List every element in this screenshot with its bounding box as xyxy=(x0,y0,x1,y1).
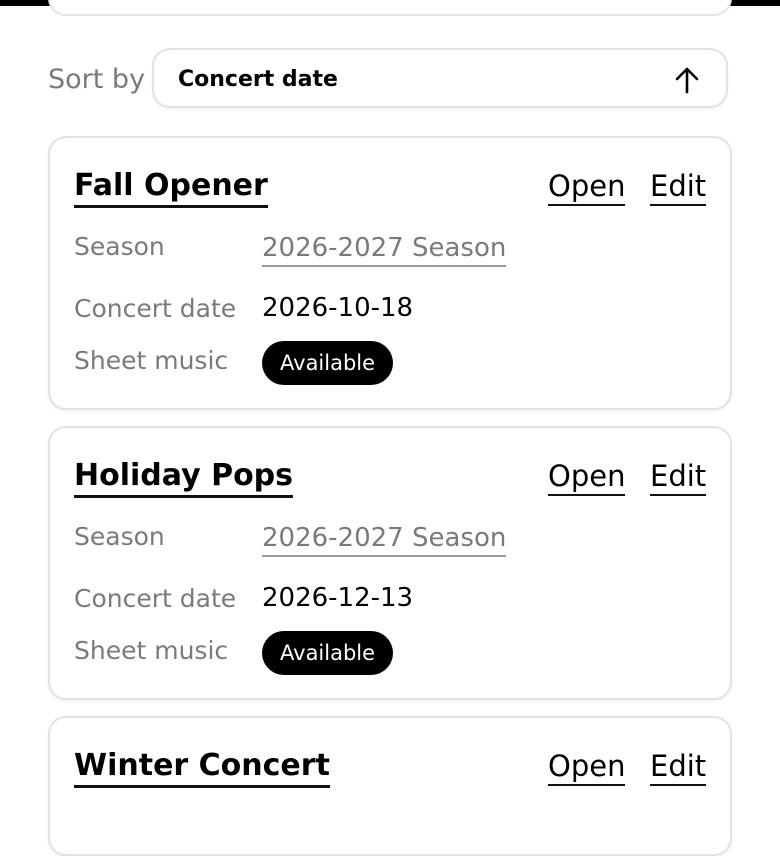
concert-card: Holiday Pops Open Edit Season 2026-2027 … xyxy=(48,426,732,700)
open-link[interactable]: Open xyxy=(548,748,626,786)
previous-card-edge xyxy=(48,0,732,16)
sheet-music-status-badge: Available xyxy=(262,341,394,385)
concert-title-link[interactable]: Fall Opener xyxy=(74,168,268,208)
sort-selected-value: Concert date xyxy=(178,67,338,92)
concert-title-link[interactable]: Winter Concert xyxy=(74,748,330,788)
season-label: Season xyxy=(74,522,165,551)
season-label: Season xyxy=(74,232,165,261)
concert-card: Winter Concert Open Edit xyxy=(48,716,732,856)
edit-link[interactable]: Edit xyxy=(650,458,707,496)
edit-link[interactable]: Edit xyxy=(650,748,707,786)
arrow-up-icon[interactable] xyxy=(674,65,700,95)
sheet-music-label: Sheet music xyxy=(74,346,229,375)
sheet-music-status-badge: Available xyxy=(262,631,394,675)
edit-link[interactable]: Edit xyxy=(650,168,707,206)
season-link[interactable]: 2026-2027 Season xyxy=(262,521,507,557)
concert-date-value: 2026-12-13 xyxy=(262,583,414,613)
open-link[interactable]: Open xyxy=(548,168,626,206)
season-link[interactable]: 2026-2027 Season xyxy=(262,231,507,267)
concert-card: Fall Opener Open Edit Season 2026-2027 S… xyxy=(48,136,732,410)
concert-date-value: 2026-10-18 xyxy=(262,293,414,323)
sort-select[interactable]: Concert date xyxy=(152,48,728,108)
concert-date-label: Concert date xyxy=(74,584,237,613)
sort-label: Sort by xyxy=(48,64,146,95)
concert-title-link[interactable]: Holiday Pops xyxy=(74,458,294,498)
sheet-music-label: Sheet music xyxy=(74,636,229,665)
concert-date-label: Concert date xyxy=(74,294,237,323)
open-link[interactable]: Open xyxy=(548,458,626,496)
sort-control: Sort by Concert date xyxy=(48,48,732,112)
